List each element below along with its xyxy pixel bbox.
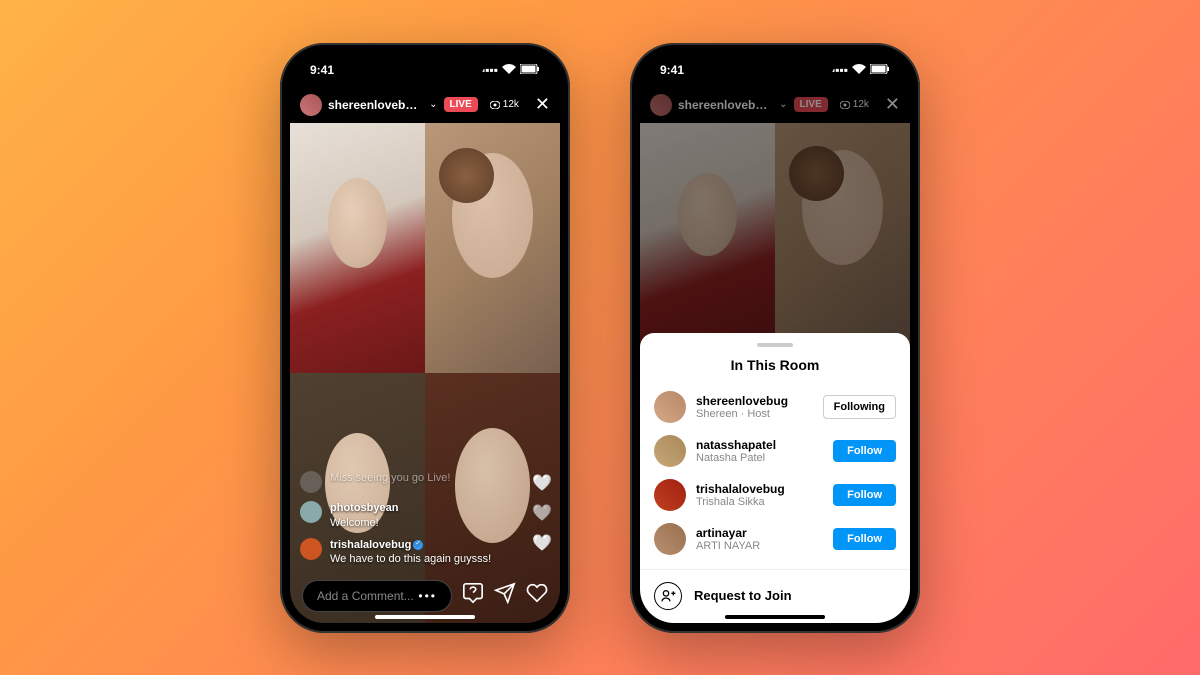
live-badge: LIVE — [444, 97, 478, 112]
video-tile-2[interactable] — [425, 123, 560, 373]
phone-right: 9:41 ▪▪▪▪ shereenlovebug, n... ⌄ LIVE 12… — [630, 43, 920, 633]
avatar[interactable] — [654, 391, 686, 423]
request-join-label: Request to Join — [694, 588, 792, 603]
following-button[interactable]: Following — [823, 395, 896, 419]
heart-icon: 🤍 — [532, 533, 552, 553]
heart-icon[interactable] — [526, 582, 548, 610]
member-row[interactable]: shereenlovebugShereen · Host Following — [640, 385, 910, 429]
wifi-icon — [502, 63, 516, 77]
host-avatar[interactable] — [300, 94, 322, 116]
battery-icon — [520, 63, 540, 77]
follow-button[interactable]: Follow — [833, 528, 896, 550]
comment-input[interactable]: Add a Comment... ••• — [302, 580, 452, 612]
close-icon[interactable]: ✕ — [535, 94, 550, 115]
video-tile-1[interactable] — [290, 123, 425, 373]
live-header: shereenlovebug, n... ⌄ LIVE 12k ✕ — [640, 89, 910, 121]
more-icon[interactable]: ••• — [418, 589, 437, 603]
chevron-down-icon[interactable]: ⌄ — [779, 99, 787, 110]
sheet-title: In This Room — [640, 357, 910, 373]
close-icon[interactable]: ✕ — [885, 94, 900, 115]
sheet-handle[interactable] — [757, 343, 793, 347]
avatar[interactable] — [654, 479, 686, 511]
comment-item[interactable]: photosbyeanWelcome! — [300, 501, 500, 530]
signal-icon: ▪▪▪▪ — [831, 63, 848, 77]
status-time: 9:41 — [660, 63, 684, 77]
chevron-down-icon[interactable]: ⌄ — [429, 99, 437, 110]
follow-button[interactable]: Follow — [833, 440, 896, 462]
member-row[interactable]: trishalalovebugTrishala Sikka Follow — [640, 473, 910, 517]
status-bar: 9:41 ▪▪▪▪ — [290, 53, 560, 87]
video-grid — [640, 123, 910, 347]
avatar[interactable] — [654, 435, 686, 467]
live-header: shereenlovebug, n... ⌄ LIVE 12k ✕ — [290, 89, 560, 121]
comment-item[interactable]: trishalalovebugWe have to do this again … — [300, 538, 500, 567]
video-tile-1[interactable] — [640, 123, 775, 353]
video-tile-2[interactable] — [775, 123, 910, 353]
room-sheet[interactable]: In This Room shereenlovebugShereen · Hos… — [640, 333, 910, 623]
question-icon[interactable] — [462, 582, 484, 610]
avatar[interactable] — [654, 523, 686, 555]
verified-icon — [413, 540, 423, 550]
member-row[interactable]: artinayarARTI NAYAR Follow — [640, 517, 910, 561]
comment-item[interactable]: Miss seeing you go Live! — [300, 471, 500, 493]
status-bar: 9:41 ▪▪▪▪ — [640, 53, 910, 87]
host-username[interactable]: shereenlovebug, n... — [678, 98, 773, 112]
home-indicator[interactable] — [725, 615, 825, 619]
request-join-icon — [654, 582, 682, 610]
live-badge: LIVE — [794, 97, 828, 112]
viewer-count-badge[interactable]: 12k — [484, 97, 525, 112]
host-avatar[interactable] — [650, 94, 672, 116]
home-indicator[interactable] — [375, 615, 475, 619]
signal-icon: ▪▪▪▪ — [481, 63, 498, 77]
share-icon[interactable] — [494, 582, 516, 610]
comments-feed: Miss seeing you go Live! photosbyeanWelc… — [300, 463, 500, 566]
follow-button[interactable]: Follow — [833, 484, 896, 506]
status-time: 9:41 — [310, 63, 334, 77]
host-username[interactable]: shereenlovebug, n... — [328, 98, 423, 112]
heart-icon: 🤍 — [532, 473, 552, 493]
phone-left: 9:41 ▪▪▪▪ shereenlovebug, n... ⌄ LIVE 12… — [280, 43, 570, 633]
member-row[interactable]: natasshapatelNatasha Patel Follow — [640, 429, 910, 473]
viewer-count-badge[interactable]: 12k — [834, 97, 875, 112]
wifi-icon — [852, 63, 866, 77]
battery-icon — [870, 63, 890, 77]
reactions-column: 🤍 🤍 🤍 — [532, 463, 552, 553]
heart-icon: 🤍 — [532, 503, 552, 523]
